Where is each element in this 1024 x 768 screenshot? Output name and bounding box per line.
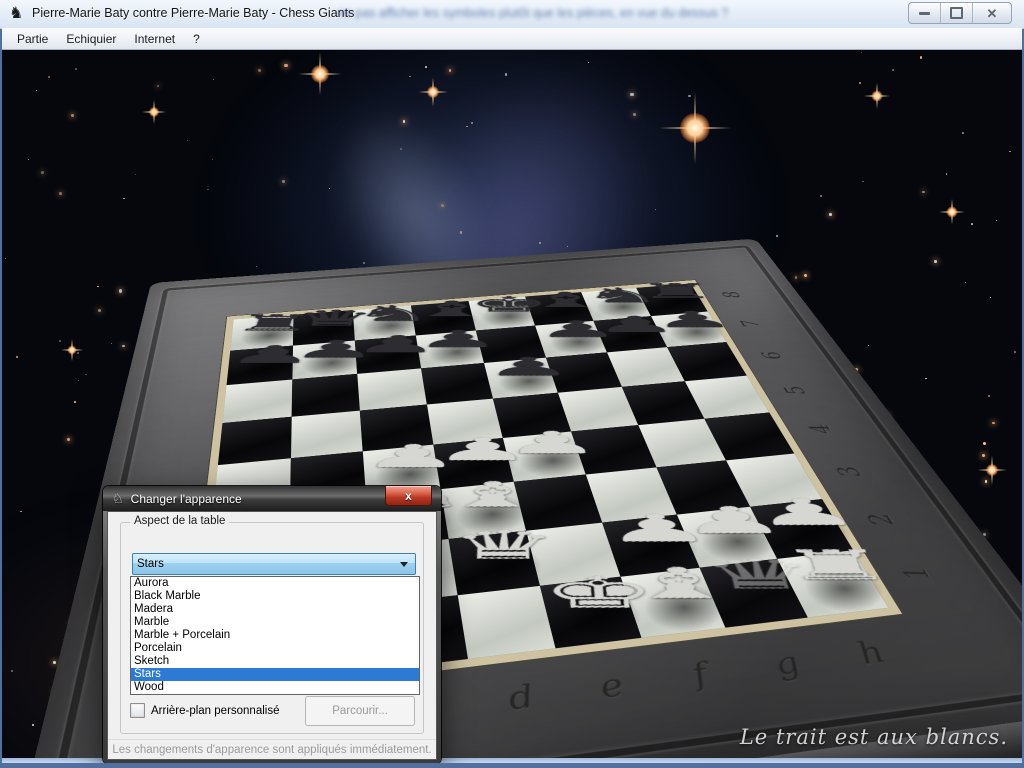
- dialog-body: Aspect de la table Stars AuroraBlack Mar…: [107, 511, 437, 760]
- square-e4[interactable]: [503, 432, 586, 482]
- menu-item-partie[interactable]: Partie: [8, 30, 57, 48]
- custom-background-label: Arrière-plan personnalisé: [151, 705, 279, 717]
- browse-button[interactable]: Parcourir...: [305, 696, 415, 726]
- turn-indicator: Le trait est aux blancs.: [740, 725, 1008, 749]
- restore-button[interactable]: [941, 3, 973, 23]
- list-option-sketch[interactable]: Sketch: [131, 655, 419, 668]
- square-h3[interactable]: [726, 454, 822, 507]
- minimize-button[interactable]: [909, 3, 941, 23]
- dialog-close-button[interactable]: x: [385, 486, 432, 506]
- close-button[interactable]: ✕: [973, 3, 1011, 23]
- app-icon-knight: ♞: [9, 5, 27, 23]
- list-option-marble-porcelain[interactable]: Marble + Porcelain: [131, 629, 419, 642]
- list-option-black-marble[interactable]: Black Marble: [131, 590, 419, 603]
- list-option-wood[interactable]: Wood: [131, 681, 419, 694]
- appearance-dialog: ♘ Changer l'apparence x Aspect de la tab…: [103, 486, 441, 763]
- restore-icon: [950, 7, 963, 19]
- group-label: Aspect de la table: [130, 515, 229, 527]
- custom-background-row: Arrière-plan personnalisé: [130, 703, 279, 718]
- window-title: Pierre-Marie Baty contre Pierre-Marie Ba…: [32, 6, 354, 20]
- combobox-value: Stars: [133, 558, 400, 570]
- list-option-stars[interactable]: Stars: [131, 668, 419, 681]
- chevron-down-icon: [400, 562, 408, 567]
- custom-background-checkbox[interactable]: [130, 703, 145, 718]
- square-d1[interactable]: [458, 586, 556, 659]
- list-option-porcelain[interactable]: Porcelain: [131, 642, 419, 655]
- title-ghost-text: ne pas afficher les symboles plutôt que …: [338, 6, 938, 20]
- appearance-list: AuroraBlack MarbleMaderaMarbleMarble + P…: [130, 576, 420, 695]
- square-e1[interactable]: [540, 577, 642, 649]
- menu-item-echiquier[interactable]: Echiquier: [57, 30, 125, 48]
- app-window: ♞ Pierre-Marie Baty contre Pierre-Marie …: [0, 0, 1024, 768]
- dialog-status-text: Les changements d'apparence sont appliqu…: [108, 739, 436, 756]
- list-option-marble[interactable]: Marble: [131, 616, 419, 629]
- list-option-madera[interactable]: Madera: [131, 603, 419, 616]
- menu-item-help[interactable]: ?: [184, 30, 209, 48]
- close-icon: ✕: [987, 7, 998, 20]
- dialog-title: Changer l'apparence: [131, 492, 242, 506]
- menu-bar: Partie Echiquier Internet ?: [2, 28, 1022, 50]
- window-controls: ✕: [908, 2, 1012, 24]
- dialog-close-icon: x: [405, 490, 412, 502]
- dialog-knight-icon: ♘: [112, 491, 124, 507]
- game-viewport: abcdefgh12345678 ♜♛♞♝♚♝♞♜♟♟♟♟♟♟♟♟♜♞♝♛♚♝♛…: [2, 50, 1022, 763]
- minimize-icon: [919, 12, 930, 15]
- list-option-aurora[interactable]: Aurora: [131, 577, 419, 590]
- table-aspect-combobox[interactable]: Stars: [132, 553, 416, 575]
- menu-item-internet[interactable]: Internet: [125, 30, 184, 48]
- title-bar: ♞ Pierre-Marie Baty contre Pierre-Marie …: [0, 0, 1024, 29]
